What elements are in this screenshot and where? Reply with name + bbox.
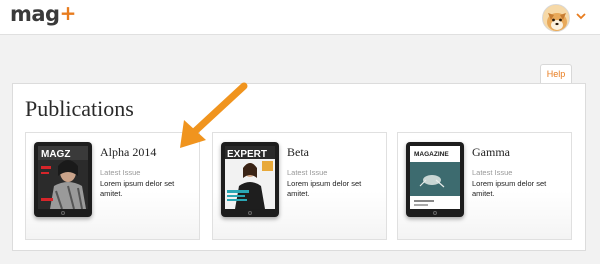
cover-image: EXPERT — [225, 146, 275, 209]
help-tab[interactable]: Help — [540, 64, 572, 83]
publications-panel: Publications MAGZ Alpha 2014 Latest Issu… — [12, 83, 586, 251]
top-bar: mag+ — [0, 0, 600, 35]
latest-issue-label: Latest Issue — [287, 168, 328, 177]
publication-card-beta[interactable]: EXPERT Beta Latest Issue Lorem ipsum del… — [212, 132, 387, 240]
latest-issue-text: Lorem ipsum delor set amitet. — [287, 179, 362, 198]
publication-name: Alpha 2014 — [100, 145, 157, 159]
publication-name: Gamma — [472, 145, 510, 159]
cover-image: MAGAZINE — [410, 146, 460, 209]
latest-issue-label: Latest Issue — [472, 168, 513, 177]
publication-name: Beta — [287, 145, 309, 159]
latest-issue-text: Lorem ipsum delor set amitet. — [472, 179, 547, 198]
logo-plus: + — [59, 1, 77, 25]
publication-card-alpha[interactable]: MAGZ Alpha 2014 Latest Issue Lorem ipsum… — [25, 132, 200, 240]
latest-issue-text: Lorem ipsum delor set amitet. — [100, 179, 175, 198]
avatar[interactable] — [542, 4, 570, 32]
chevron-down-icon[interactable] — [576, 12, 586, 20]
cover-image: MAGZ — [38, 146, 88, 209]
tablet-home-button — [61, 211, 65, 215]
tablet-cover: MAGZ — [34, 142, 92, 217]
cover-title: MAGAZINE — [414, 151, 449, 158]
logo-text: mag — [10, 2, 60, 26]
tablet-home-button — [433, 211, 437, 215]
cover-title: MAGZ — [41, 149, 70, 160]
app-logo[interactable]: mag+ — [10, 1, 77, 26]
tablet-home-button — [248, 211, 252, 215]
tablet-cover: MAGAZINE — [406, 142, 464, 217]
publication-card-gamma[interactable]: MAGAZINE Gamma Latest Issue Lorem ipsum … — [397, 132, 572, 240]
dog-avatar-icon — [543, 5, 569, 31]
cover-title: EXPERT — [227, 149, 267, 160]
latest-issue-label: Latest Issue — [100, 168, 141, 177]
tablet-cover: EXPERT — [221, 142, 279, 217]
page-title: Publications — [25, 96, 134, 121]
